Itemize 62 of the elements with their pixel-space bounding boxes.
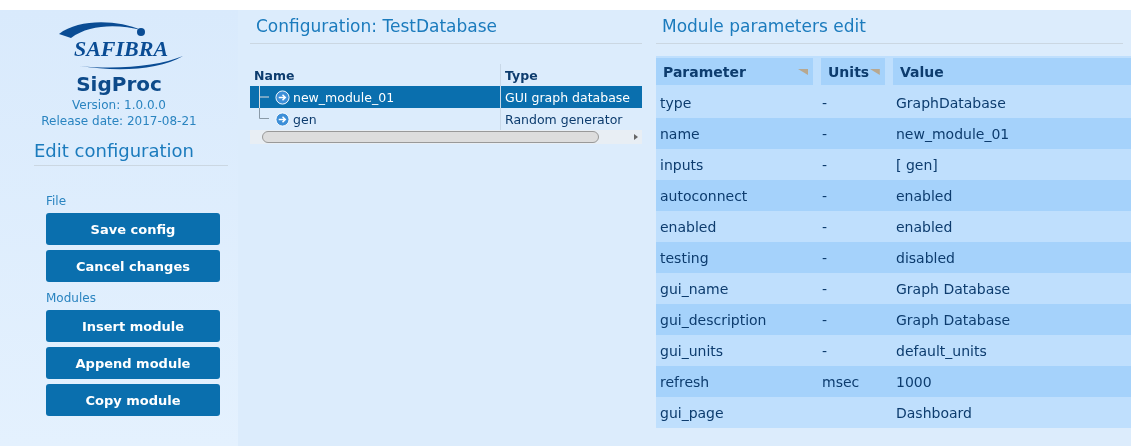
group-label: File: [46, 194, 68, 208]
action-button[interactable]: Copy module: [46, 384, 220, 416]
sort-icon[interactable]: [797, 67, 809, 76]
parameter-name: gui_name: [660, 280, 729, 297]
version-text: Version: 1.0.0.0: [72, 98, 166, 112]
parameter-name: inputs: [660, 156, 704, 173]
module-name: gen: [293, 111, 317, 127]
parameter-value[interactable]: enabled: [896, 218, 953, 235]
parameter-value[interactable]: enabled: [896, 187, 953, 204]
column-header[interactable]: Units: [821, 58, 885, 85]
panel-title: Configuration: TestDatabase: [250, 10, 642, 44]
app-name: SigProc: [76, 72, 162, 96]
module-type: GUI graph database: [505, 89, 630, 105]
parameter-name: name: [660, 125, 700, 142]
parameter-value[interactable]: 1000: [896, 373, 932, 390]
parameter-value[interactable]: GraphDatabase: [896, 94, 1006, 111]
arrow-circle-icon: [275, 111, 290, 127]
module-name: new_module_01: [293, 89, 395, 105]
units-text: -: [822, 187, 828, 204]
parameter-name: gui_units: [660, 342, 724, 359]
parameter-name: testing: [660, 249, 709, 266]
parameter-name: gui_page: [660, 404, 724, 421]
column-header[interactable]: Value: [893, 58, 1131, 85]
release-date: Release date: 2017-08-21: [41, 114, 197, 128]
parameter-value[interactable]: Graph Database: [896, 311, 1011, 328]
parameter-name: autoconnect: [660, 187, 748, 204]
units-text: -: [822, 280, 828, 297]
units-text: -: [822, 156, 828, 173]
parameter-value[interactable]: Dashboard: [896, 404, 972, 421]
parameter-name: type: [660, 94, 692, 111]
logo: SAFIBRA: [49, 20, 189, 70]
units-text: -: [822, 94, 828, 111]
units-text: -: [822, 249, 828, 266]
units-text: -: [822, 125, 828, 142]
units-text: msec: [822, 373, 860, 390]
action-button[interactable]: Save config: [46, 213, 220, 245]
parameter-value[interactable]: default_units: [896, 342, 987, 359]
horizontal-scrollbar[interactable]: [250, 130, 642, 144]
arrow-circle-icon: [275, 89, 290, 105]
panel-title: Module parameters edit: [656, 10, 1123, 44]
section-heading: Edit configuration: [34, 140, 228, 166]
column-header: Name: [254, 67, 295, 83]
group-label: Modules: [46, 291, 97, 305]
parameter-name: gui_description: [660, 311, 767, 328]
column-header: Type: [505, 67, 538, 83]
parameter-value[interactable]: disabled: [896, 249, 955, 266]
parameter-name: refresh: [660, 373, 710, 390]
parameter-value[interactable]: new_module_01: [896, 125, 1010, 142]
action-button[interactable]: Append module: [46, 347, 220, 379]
parameter-value[interactable]: Graph Database: [896, 280, 1011, 297]
units-text: -: [822, 342, 828, 359]
action-button[interactable]: Cancel changes: [46, 250, 220, 282]
tree-row[interactable]: new_module_01 GUI graph database: [250, 86, 642, 108]
module-type: Random generator: [505, 111, 623, 127]
scroll-right-icon[interactable]: [632, 133, 640, 141]
sort-icon[interactable]: [869, 67, 881, 76]
action-button[interactable]: Insert module: [46, 310, 220, 342]
units-text: -: [822, 218, 828, 235]
units-text: -: [822, 311, 828, 328]
parameter-value[interactable]: [ gen]: [896, 156, 938, 173]
parameter-name: enabled: [660, 218, 717, 235]
column-header[interactable]: Parameter: [656, 58, 813, 85]
